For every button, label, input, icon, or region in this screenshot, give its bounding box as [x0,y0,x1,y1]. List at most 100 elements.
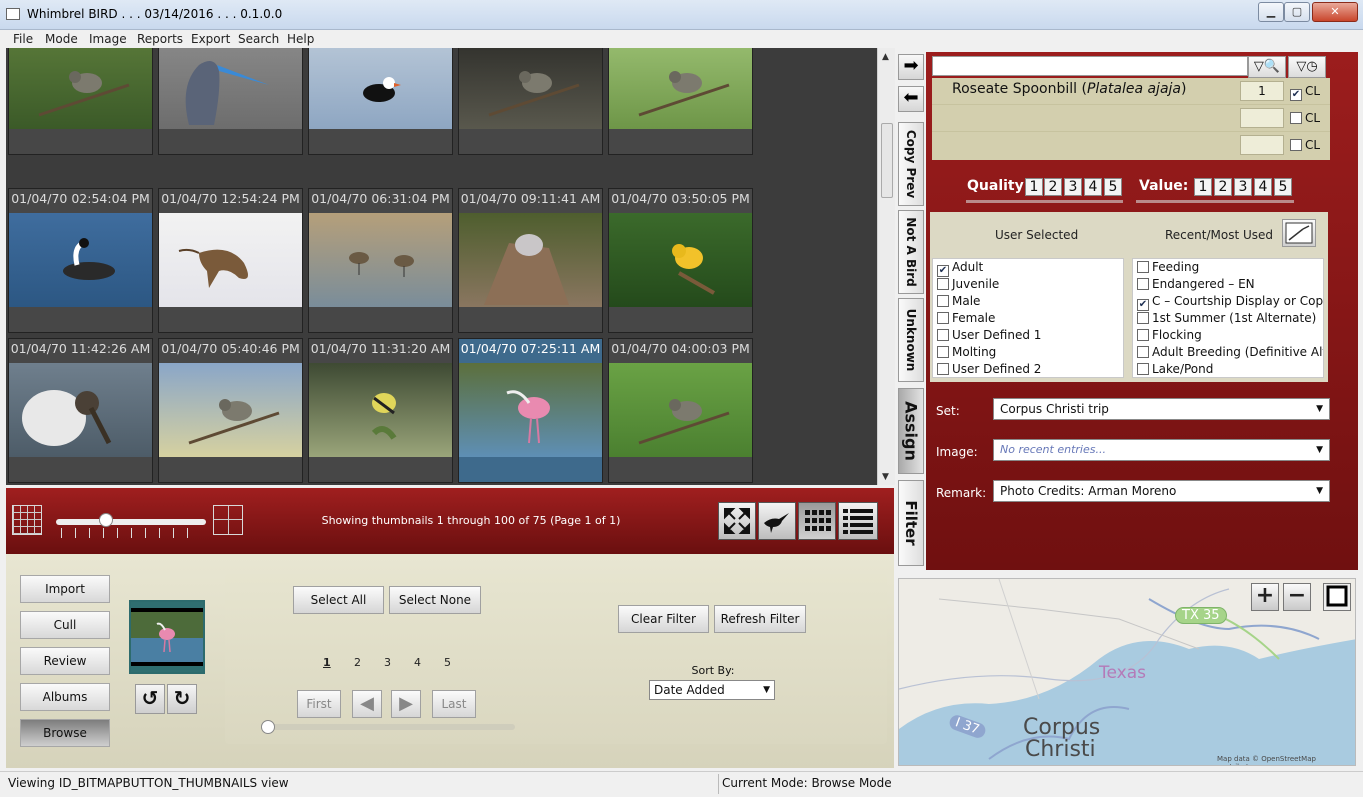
close-button[interactable]: ✕ [1312,2,1358,22]
recent-attribute-checkbox[interactable]: 1st Summer (1st Alternate) [1133,310,1323,327]
page-link-3[interactable]: 3 [384,656,391,669]
value-rating-4[interactable]: 4 [1254,178,1272,196]
location-map[interactable]: TX 35 Texas I 37 Corpus Christi Map data… [898,578,1356,766]
tab-not-a-bird[interactable]: Not A Bird [898,210,924,294]
collapse-panel-button[interactable]: ⬅ [898,86,924,112]
user-attribute-checkbox[interactable]: ✔ Adult [933,259,1123,277]
user-attribute-checkbox[interactable]: Female [933,310,1123,327]
thumbnail-grid-view-button[interactable] [798,502,836,540]
page-link-5[interactable]: 5 [444,656,451,669]
remark-select[interactable]: Photo Credits: Arman Moreno ▼ [993,480,1330,502]
small-thumbnails-icon[interactable] [12,505,42,535]
review-button[interactable]: Review [20,647,110,675]
thumbnail-tile[interactable]: 01/04/70 01:45:26 PM [608,48,753,155]
user-attribute-checkbox[interactable]: User Defined 2 [933,361,1123,377]
select-all-button[interactable]: Select All [293,586,384,614]
species-row[interactable]: CL [932,132,1330,159]
menu-mode[interactable]: Mode [45,32,78,46]
quality-rating-2[interactable]: 2 [1044,178,1062,196]
list-view-button[interactable] [838,502,878,540]
thumbnail-tile[interactable]: 01/04/70 05:40:46 PM [158,338,303,483]
species-row[interactable]: CL [932,105,1330,132]
thumbnail-tile[interactable]: 01/04/70 08:17:43 PM [158,48,303,155]
scroll-thumb[interactable] [881,123,893,198]
maximize-button[interactable]: ▢ [1284,2,1310,22]
recent-attribute-checkbox[interactable]: Feeding [1133,259,1323,276]
edit-attributes-button[interactable] [1282,219,1316,247]
thumbnail-tile[interactable]: 01/04/70 04:00:03 PM [608,338,753,483]
rotate-right-button[interactable]: ↻ [167,684,197,714]
thumbnail-size-slider[interactable] [56,519,206,525]
thumbnail-tile[interactable]: 01/04/70 07:25:11 AM [458,338,603,483]
refresh-filter-button[interactable]: Refresh Filter [714,605,806,633]
menu-help[interactable]: Help [287,32,314,46]
thumbnail-tile[interactable]: 01/04/70 03:50:05 PM [608,188,753,333]
large-thumbnails-icon[interactable] [213,505,243,535]
sort-by-select[interactable]: Date Added ▼ [649,680,775,700]
menu-search[interactable]: Search [238,32,279,46]
recent-filter-button[interactable]: ▽◷ [1288,56,1326,78]
page-link-1[interactable]: 1 [323,656,331,669]
species-count-field[interactable]: 1 [1240,81,1284,101]
thumbnail-tile[interactable]: 01/04/70 12:54:24 PM [158,188,303,333]
page-position-slider[interactable] [261,720,515,734]
menu-export[interactable]: Export [191,32,230,46]
thumbnail-tile[interactable]: 01/04/70 02:17:55 PM [308,48,453,155]
first-page-button[interactable]: First [297,690,341,718]
fullscreen-view-button[interactable] [718,502,756,540]
user-attribute-checkbox[interactable]: Male [933,293,1123,310]
zoom-out-button[interactable]: − [1283,583,1311,611]
thumbnail-tile[interactable]: 01/04/70 02:21:32 PM [458,48,603,155]
set-select[interactable]: Corpus Christi trip ▼ [993,398,1330,420]
recent-attribute-checkbox[interactable]: ✔C – Courtship Display or Copulation [1133,293,1323,311]
thumbnail-tile[interactable]: 01/04/70 06:31:04 PM [308,188,453,333]
thumbnail-tile[interactable]: 01/04/70 11:31:20 AM [308,338,453,483]
quality-rating-1[interactable]: 1 [1025,178,1043,196]
tab-unknown[interactable]: Unknown [898,298,924,382]
thumbnail-size-knob[interactable] [98,513,113,527]
previous-page-button[interactable]: ◀ [352,690,382,718]
tab-copy-prev[interactable]: Copy Prev [898,122,924,206]
rotate-left-button[interactable]: ↺ [135,684,165,714]
value-rating-5[interactable]: 5 [1274,178,1292,196]
image-select[interactable]: No recent entries... ▼ [993,439,1330,461]
value-rating-1[interactable]: 1 [1194,178,1212,196]
thumbnail-tile[interactable]: 01/04/70 09:11:41 AM [458,188,603,333]
cl-checkbox[interactable]: ✔ CL [1290,84,1320,101]
page-link-2[interactable]: 2 [354,656,361,669]
cull-button[interactable]: Cull [20,611,110,639]
species-count-field[interactable] [1240,108,1284,128]
user-attribute-checkbox[interactable]: User Defined 1 [933,327,1123,344]
species-row[interactable]: Roseate Spoonbill (Platalea ajaja) 1 ✔ CL [932,78,1330,105]
thumbnail-scrollbar[interactable]: ▲ ▼ [877,48,895,485]
species-count-field[interactable] [1240,135,1284,155]
recent-attribute-checkbox[interactable]: Flocking [1133,327,1323,344]
cl-checkbox[interactable]: CL [1290,138,1320,152]
scroll-down-arrow-icon[interactable]: ▼ [882,472,889,482]
tab-assign[interactable]: Assign [898,388,924,474]
tab-filter[interactable]: Filter [898,480,924,566]
thumbnail-tile[interactable]: 01/04/70 07:57:23 PM [8,48,153,155]
menu-file[interactable]: File [13,32,33,46]
recent-attribute-checkbox[interactable]: Endangered – EN [1133,276,1323,293]
value-rating-3[interactable]: 3 [1234,178,1252,196]
menu-reports[interactable]: Reports [137,32,183,46]
page-position-knob[interactable] [261,720,275,734]
recent-attribute-checkbox[interactable]: Adult Breeding (Definitive Alternate) [1133,344,1323,361]
search-filter-button[interactable]: ▽🔍 [1248,56,1286,78]
user-attribute-checkbox[interactable]: Juvenile [933,276,1123,293]
page-link-4[interactable]: 4 [414,656,421,669]
zoom-in-button[interactable]: + [1251,583,1279,611]
clear-filter-button[interactable]: Clear Filter [618,605,709,633]
single-image-view-button[interactable] [758,502,796,540]
browse-button[interactable]: Browse [20,719,110,747]
quality-rating-5[interactable]: 5 [1104,178,1122,196]
cl-checkbox[interactable]: CL [1290,111,1320,125]
next-page-button[interactable]: ▶ [391,690,421,718]
thumbnail-tile[interactable]: 01/04/70 02:54:04 PM [8,188,153,333]
select-none-button[interactable]: Select None [389,586,481,614]
menu-image[interactable]: Image [89,32,127,46]
albums-button[interactable]: Albums [20,683,110,711]
species-search-input[interactable] [932,56,1248,76]
thumbnail-tile[interactable]: 01/04/70 11:42:26 AM [8,338,153,483]
